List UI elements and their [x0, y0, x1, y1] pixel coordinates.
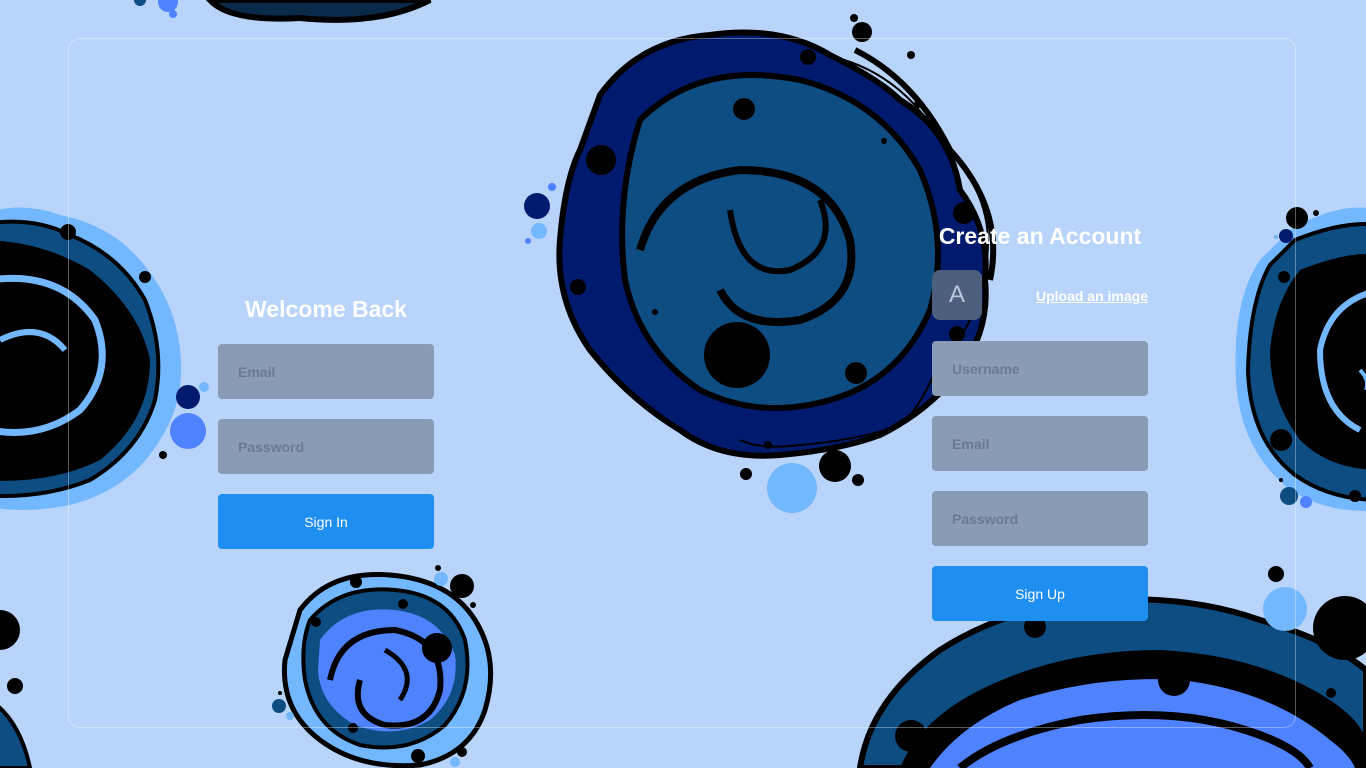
sign-up-button[interactable]: Sign Up [932, 566, 1148, 621]
signin-email-input[interactable] [218, 344, 434, 399]
avatar-placeholder[interactable]: A [932, 270, 982, 320]
signin-form: Sign In [218, 344, 434, 549]
signup-title: Create an Account [938, 223, 1142, 249]
signup-password-input[interactable] [932, 491, 1148, 546]
login-page: Welcome Back Sign In Create an Account A… [0, 0, 1366, 768]
signin-password-input[interactable] [218, 419, 434, 474]
signup-username-input[interactable] [932, 341, 1148, 396]
blob-top-left [134, 0, 432, 23]
signin-title: Welcome Back [245, 296, 407, 322]
upload-image-link[interactable]: Upload an image [1036, 288, 1148, 304]
signup-email-input[interactable] [932, 416, 1148, 471]
signup-form: A Upload an image Sign Up [932, 270, 1148, 622]
sign-in-button[interactable]: Sign In [218, 494, 434, 549]
blob-bottom-left-edge [0, 610, 33, 768]
